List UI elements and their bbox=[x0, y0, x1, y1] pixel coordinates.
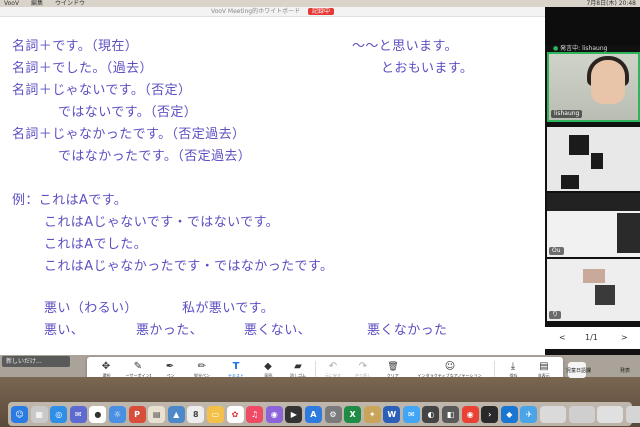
dock-window-thumb[interactable] bbox=[597, 405, 624, 423]
recording-badge: 記録中 bbox=[308, 8, 335, 15]
wb-line: 悪くない、 bbox=[244, 323, 312, 338]
mail-icon[interactable]: ✉ bbox=[69, 405, 87, 423]
safari-icon[interactable]: ◎ bbox=[50, 405, 68, 423]
powerpoint-icon[interactable]: P bbox=[128, 405, 146, 423]
wb-line: 名詞＋です。（現在） bbox=[12, 39, 139, 54]
highlighter-icon: ✏ bbox=[197, 360, 207, 372]
dock-window-thumb[interactable] bbox=[540, 405, 567, 423]
wb-line: これはAでした。 bbox=[44, 237, 148, 252]
desktop-file-label: 児童日語課 bbox=[566, 368, 592, 374]
app-store-icon[interactable]: A bbox=[304, 405, 322, 423]
wb-line: 名詞＋でした。（過去） bbox=[12, 61, 153, 76]
launchpad-icon[interactable]: ▦ bbox=[30, 405, 48, 423]
select-icon: ✥ bbox=[101, 360, 111, 372]
video-block bbox=[591, 153, 603, 169]
wb-line: 悪かった、 bbox=[136, 323, 204, 338]
eraser-icon: ▰ bbox=[294, 360, 302, 372]
finder-icon[interactable]: ☺ bbox=[11, 405, 28, 423]
undo-icon: ↶ bbox=[328, 360, 338, 372]
video-tile-speaker[interactable]: lishaung bbox=[547, 52, 640, 122]
video-block bbox=[583, 269, 605, 283]
pager-next-button[interactable]: > bbox=[621, 333, 628, 342]
contacts-icon[interactable]: ● bbox=[89, 405, 107, 423]
pen-icon: ✒ bbox=[165, 360, 175, 372]
speaker-face bbox=[591, 60, 625, 104]
video-block bbox=[617, 213, 640, 253]
tv-icon[interactable]: ▶ bbox=[285, 405, 303, 423]
terminal-icon[interactable]: › bbox=[481, 405, 499, 423]
keynote-icon[interactable]: ▲ bbox=[167, 405, 185, 423]
menu-item-app[interactable]: VooV bbox=[4, 0, 19, 7]
wb-line: 名詞＋じゃないです。（否定） bbox=[12, 83, 192, 98]
pager-prev-button[interactable]: < bbox=[559, 333, 566, 342]
dock: ☺ ▦ ◎ ✉ ● ☼ P ▤ ▲ 8 ▭ ✿ ♫ ◉ ▶ A ⚙ X ✦ W … bbox=[8, 402, 640, 426]
dock-window-thumb[interactable] bbox=[568, 405, 595, 423]
whiteboard-window[interactable]: VooV Meeting的ホワイトボード 記録中 名詞＋です。（現在） ～～と思… bbox=[0, 7, 545, 357]
wb-line: ～～と思います。 bbox=[352, 39, 458, 54]
wb-line: 悪い、 bbox=[44, 323, 85, 338]
redo-icon: ↷ bbox=[358, 360, 368, 372]
chrome-icon[interactable]: ◉ bbox=[461, 405, 479, 423]
stickies-icon[interactable]: ▭ bbox=[206, 405, 224, 423]
wb-line: 名詞＋じゃなかったです。（否定過去） bbox=[12, 127, 246, 142]
word-icon[interactable]: W bbox=[383, 405, 401, 423]
wb-line: 悪くなかった bbox=[367, 323, 448, 338]
wb-line: これはAじゃないです・ではないです。 bbox=[44, 215, 280, 230]
excel-icon[interactable]: X bbox=[344, 405, 362, 423]
pager-page-indicator: 1/1 bbox=[585, 333, 598, 342]
participant-name: lishaung bbox=[551, 110, 583, 118]
notes-icon[interactable]: ▤ bbox=[148, 405, 166, 423]
participant-name: り bbox=[549, 311, 562, 319]
calendar-icon[interactable]: 8 bbox=[187, 405, 205, 423]
wb-line: ではないです。（否定） bbox=[58, 105, 198, 120]
menu-item-edit[interactable]: 編集 bbox=[31, 0, 43, 7]
video-panel: ● 発言中: lishaung lishaung Ou り < 1/1 > bbox=[545, 7, 640, 355]
app-icon[interactable]: ✦ bbox=[363, 405, 381, 423]
text-icon: T bbox=[232, 360, 240, 372]
menu-clock[interactable]: 7月8日(木) 20:48 bbox=[586, 0, 636, 7]
wb-line: これはAじゃなかったです・ではなかったです。 bbox=[44, 259, 334, 274]
wb-line: 悪い（わるい） bbox=[44, 301, 138, 316]
photos-icon[interactable]: ✿ bbox=[226, 405, 244, 423]
app-icon[interactable]: ◧ bbox=[442, 405, 460, 423]
save-icon: ⤓ bbox=[510, 360, 516, 372]
microphone-icon: ● bbox=[553, 45, 559, 52]
wb-line: ではなかったです。（否定過去） bbox=[58, 149, 252, 164]
minimized-window[interactable]: 新しいだけ... bbox=[2, 356, 70, 367]
video-tile-participant[interactable] bbox=[547, 127, 640, 191]
wb-line: とおもいます。 bbox=[381, 61, 474, 76]
whiteboard-title: VooV Meeting的ホワイトボード bbox=[210, 8, 301, 15]
app-icon[interactable]: ◐ bbox=[422, 405, 440, 423]
participant-name: Ou bbox=[549, 247, 564, 255]
shape-icon: ◆ bbox=[264, 360, 272, 372]
app-icon[interactable]: ✈ bbox=[520, 405, 538, 423]
wb-line: 私が悪いです。 bbox=[182, 301, 275, 316]
app-icon[interactable]: ☼ bbox=[108, 405, 126, 423]
video-block bbox=[561, 175, 579, 189]
desktop-side-label: 発表 bbox=[620, 368, 631, 374]
video-block bbox=[569, 135, 589, 155]
wb-line: 例：これはAです。 bbox=[12, 193, 128, 208]
menu-bar: VooV 編集 ウインドウ 7月8日(木) 20:48 bbox=[0, 0, 640, 7]
video-block bbox=[547, 193, 640, 211]
system-preferences-icon[interactable]: ⚙ bbox=[324, 405, 342, 423]
podcasts-icon[interactable]: ◉ bbox=[265, 405, 283, 423]
video-pager: < 1/1 > bbox=[545, 327, 640, 349]
interactive-annotation-icon: ☺ bbox=[444, 360, 456, 372]
music-icon[interactable]: ♫ bbox=[246, 405, 264, 423]
clear-icon: 🗑 bbox=[387, 361, 399, 372]
app-icon[interactable]: ✉ bbox=[402, 405, 420, 423]
video-panel-header bbox=[545, 7, 640, 45]
video-tile-participant[interactable]: り bbox=[547, 259, 640, 321]
dock-window-thumb[interactable] bbox=[625, 405, 640, 423]
speaking-indicator: ● 発言中: lishaung bbox=[553, 45, 608, 52]
voov-meeting-icon[interactable]: ◆ bbox=[500, 405, 518, 423]
menu-item-window[interactable]: ウインドウ bbox=[55, 0, 85, 7]
laser-pointer-icon: ✎ bbox=[133, 360, 143, 372]
video-tile-participant[interactable]: Ou bbox=[547, 193, 640, 257]
whiteboard-titlebar: VooV Meeting的ホワイトボード 記録中 bbox=[0, 7, 545, 17]
video-block bbox=[595, 285, 615, 305]
hide-icon: ▤ bbox=[539, 360, 549, 372]
